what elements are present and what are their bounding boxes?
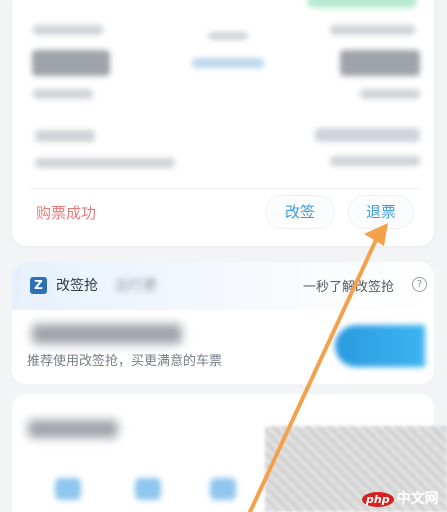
change-grab-title: 改签抢	[56, 278, 98, 294]
ticket-price	[330, 156, 420, 166]
grab-offer-title	[32, 324, 182, 344]
duration-line	[192, 58, 264, 68]
depart-station	[33, 25, 103, 35]
tool-icon-3[interactable]	[210, 478, 236, 500]
tool-icon-1[interactable]	[55, 478, 81, 500]
ticket-divider	[30, 188, 420, 189]
passenger-id	[35, 158, 175, 168]
arrive-time	[340, 50, 420, 76]
watermark-badge: php	[362, 492, 394, 507]
learn-change-grab-link[interactable]: 一秒了解改签抢	[303, 276, 394, 295]
passenger-name	[35, 130, 95, 142]
change-grab-subtitle: 出行更	[115, 278, 157, 294]
change-grab-button[interactable]	[335, 325, 425, 367]
depart-time	[32, 50, 110, 76]
tool-icon-2[interactable]	[135, 478, 161, 500]
watermark-text: 中文网	[396, 491, 439, 507]
change-ticket-button[interactable]: 改签	[265, 195, 335, 229]
travel-tools-title	[28, 420, 118, 438]
change-grab-recommend: 推荐使用改签抢，买更满意的车票	[27, 354, 223, 369]
change-grab-icon: Z	[30, 277, 47, 294]
ticket-status: 购票成功	[36, 204, 97, 222]
refund-button[interactable]: 退票	[348, 195, 414, 229]
ticket-top-badge	[307, 0, 417, 8]
arrive-date	[360, 89, 420, 99]
watermark: php 中文网	[362, 488, 439, 508]
depart-date	[33, 89, 93, 99]
train-number	[208, 32, 248, 40]
help-icon[interactable]: ?	[412, 277, 427, 292]
arrive-station	[330, 25, 415, 35]
seat-info	[315, 128, 420, 142]
